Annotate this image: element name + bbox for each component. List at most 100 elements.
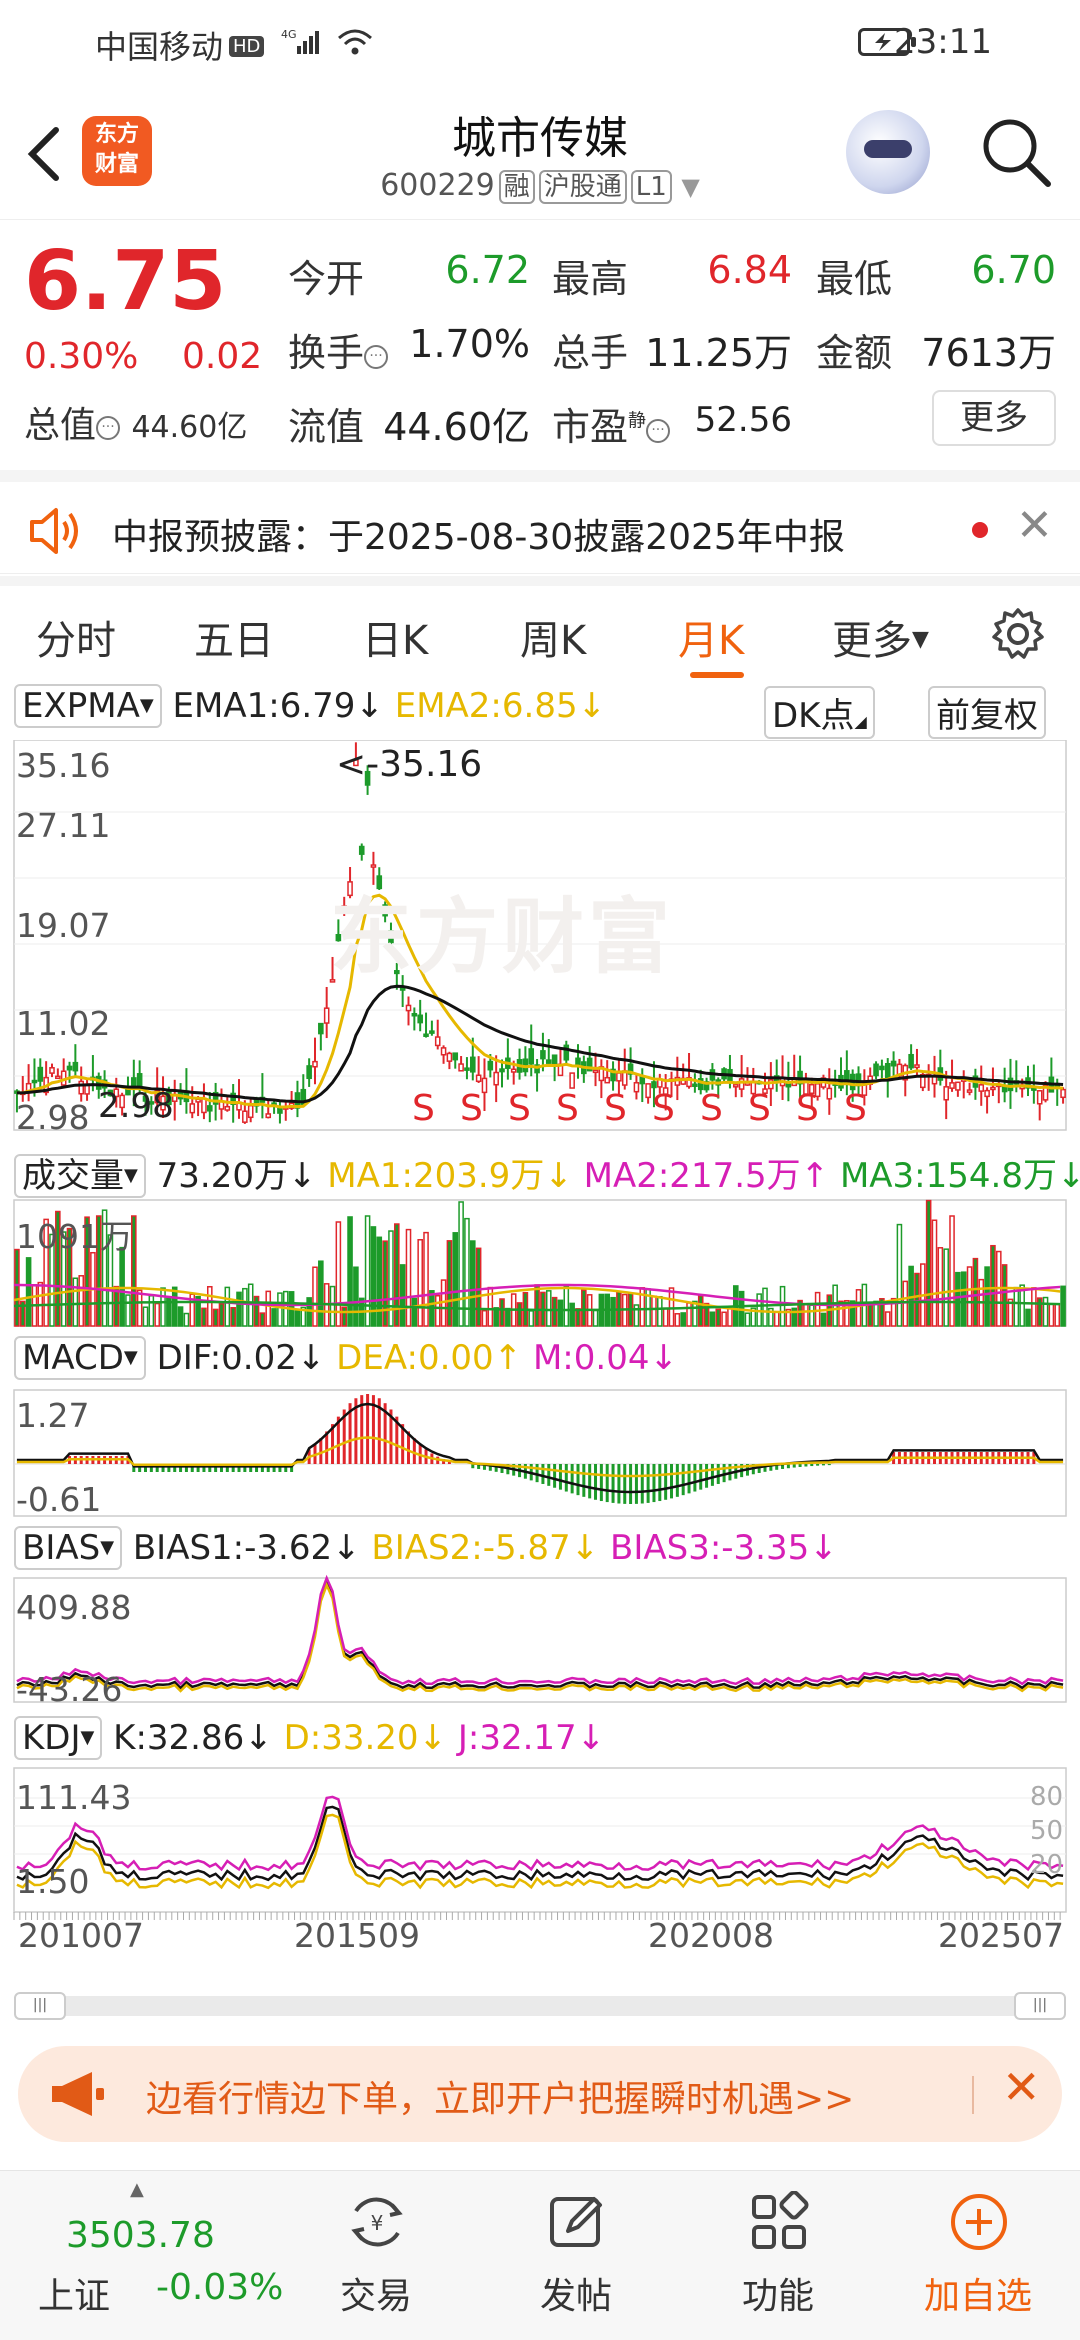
macd-y-top: 1.27 — [16, 1396, 90, 1435]
volume-legend: 成交量▼ 73.20万↓ MA1:203.9万↓ MA2:217.5万↑ MA3… — [14, 1148, 1080, 1198]
margin-badge: 融 — [498, 170, 535, 204]
volume-bar — [25, 1257, 32, 1327]
volume-bar — [1048, 1302, 1055, 1327]
assistant-avatar[interactable] — [846, 110, 930, 194]
volume-bar — [206, 1286, 213, 1327]
dk-point-button[interactable]: DK点◢ — [764, 686, 875, 739]
tab-monthly-k[interactable]: 月K — [678, 608, 744, 666]
sell-signal: S — [460, 1088, 483, 1129]
volume-bar — [201, 1307, 207, 1327]
nav-add-watchlist[interactable]: 加自选 — [908, 2171, 1048, 2340]
candle-body — [692, 1083, 698, 1087]
volume-bar — [610, 1296, 616, 1327]
macd-select[interactable]: MACD▼ — [14, 1336, 146, 1380]
info-icon[interactable]: ··· — [364, 345, 389, 369]
x-axis-label: 202008 — [648, 1916, 774, 1955]
last-price: 6.75 — [24, 234, 227, 329]
volume-bar — [499, 1298, 505, 1327]
sell-signal: S — [556, 1088, 579, 1129]
kdj-ref-80: 80 — [1030, 1782, 1064, 1812]
volume-bar — [937, 1247, 944, 1327]
search-icon — [983, 119, 1051, 187]
range-handle-right[interactable]: ||| — [1014, 1992, 1066, 2020]
volume-bar — [399, 1264, 406, 1327]
candle-body — [37, 1066, 44, 1082]
info-icon[interactable]: ··· — [96, 416, 121, 440]
trade-icon: ¥ — [351, 2197, 403, 2247]
index-name[interactable]: 上证 — [38, 2267, 110, 2319]
volume-y-top: 1091万 — [16, 1217, 133, 1256]
svg-text:4G: 4G — [281, 28, 297, 41]
candle-body — [914, 1064, 920, 1069]
hd-badge: HD — [229, 36, 265, 57]
volume-bar — [382, 1240, 388, 1327]
x-axis-label: 202507 — [938, 1916, 1064, 1955]
macd-legend: MACD▼ DIF:0.02↓ DEA:0.00↑ M:0.04↓ — [14, 1336, 678, 1380]
bias-select[interactable]: BIAS▼ — [14, 1526, 123, 1570]
main-indicator-select[interactable]: EXPMA▼ — [14, 684, 162, 728]
volume-bar — [744, 1312, 751, 1327]
volume-bar — [405, 1228, 412, 1327]
search-button[interactable] — [978, 114, 1054, 194]
y-axis-label: 11.02 — [16, 1004, 111, 1043]
candle-body — [323, 1007, 330, 1024]
volume-bar — [341, 1306, 348, 1327]
sell-signal: S — [508, 1088, 531, 1129]
volume-value: 11.25万 — [645, 331, 792, 375]
nav-post[interactable]: 发帖 — [506, 2171, 646, 2340]
tab-five-day[interactable]: 五日 — [194, 608, 274, 666]
nav-trade[interactable]: ¥ 交易 — [306, 2171, 446, 2340]
tab-daily-k[interactable]: 日K — [362, 608, 428, 666]
index-value[interactable]: 3503.78 — [66, 2215, 215, 2256]
close-promo-button[interactable]: ✕ — [1002, 2060, 1041, 2114]
index-change[interactable]: -0.03% — [156, 2267, 283, 2308]
volume-bar — [394, 1223, 400, 1327]
volume-bar — [651, 1295, 657, 1327]
range-scroller[interactable] — [14, 1996, 1066, 2016]
candle-body — [306, 1065, 312, 1080]
y-axis-label: 2.98 — [16, 1098, 90, 1137]
candle-body — [873, 1063, 879, 1077]
nav-functions[interactable]: 功能 — [708, 2171, 848, 2340]
volume-bar — [306, 1297, 312, 1327]
close-announcement-button[interactable]: ✕ — [1016, 500, 1053, 551]
candle-body — [879, 1065, 885, 1071]
candle-body — [738, 1078, 745, 1090]
volume-bar — [1060, 1285, 1066, 1327]
kdj-k-line — [16, 1805, 1064, 1882]
candle-body — [890, 1060, 897, 1067]
volume-bar — [277, 1292, 283, 1327]
tab-weekly-k[interactable]: 周K — [520, 608, 586, 666]
close-icon: ✕ — [1016, 500, 1053, 551]
kdj-select[interactable]: KDJ▼ — [14, 1716, 103, 1760]
announcement-bar[interactable]: 中报预披露：于2025-08-30披露2025年中报 ✕ — [0, 470, 1080, 574]
range-handle-left[interactable]: ||| — [14, 1992, 66, 2020]
chart-settings-button[interactable] — [990, 606, 1046, 666]
candle-body — [452, 1052, 459, 1061]
volume-bar — [896, 1223, 903, 1327]
volume-bar — [715, 1308, 722, 1327]
change-percent: 0.30% — [24, 336, 139, 377]
active-tab-indicator — [690, 672, 744, 678]
more-button[interactable]: 更多 — [932, 390, 1056, 446]
peak-marker: <-35.16 — [336, 744, 483, 785]
volume-bar — [335, 1221, 342, 1327]
sell-signal: S — [412, 1088, 435, 1129]
volume-bar — [481, 1309, 488, 1327]
volume-bar — [680, 1312, 686, 1327]
volume-bar — [236, 1291, 242, 1327]
tab-more[interactable]: 更多▼ — [832, 608, 929, 666]
candle-body — [446, 1052, 453, 1062]
adjustment-button[interactable]: 前复权 — [928, 686, 1046, 739]
volume-bar — [884, 1311, 891, 1327]
promo-banner[interactable]: 边看行情边下单，立即开户把握瞬时机遇>> ✕ — [18, 2046, 1062, 2142]
y-axis-label: 27.11 — [16, 806, 111, 845]
info-icon[interactable]: ··· — [646, 419, 671, 443]
candle-body — [984, 1089, 990, 1098]
volume-select[interactable]: 成交量▼ — [14, 1154, 146, 1198]
index-switch-caret-icon[interactable]: ▲ — [130, 2179, 144, 2200]
candle-body — [1007, 1077, 1014, 1092]
tab-intraday[interactable]: 分时 — [36, 608, 116, 666]
candle-body — [440, 1047, 447, 1056]
candle-body — [265, 1113, 272, 1119]
